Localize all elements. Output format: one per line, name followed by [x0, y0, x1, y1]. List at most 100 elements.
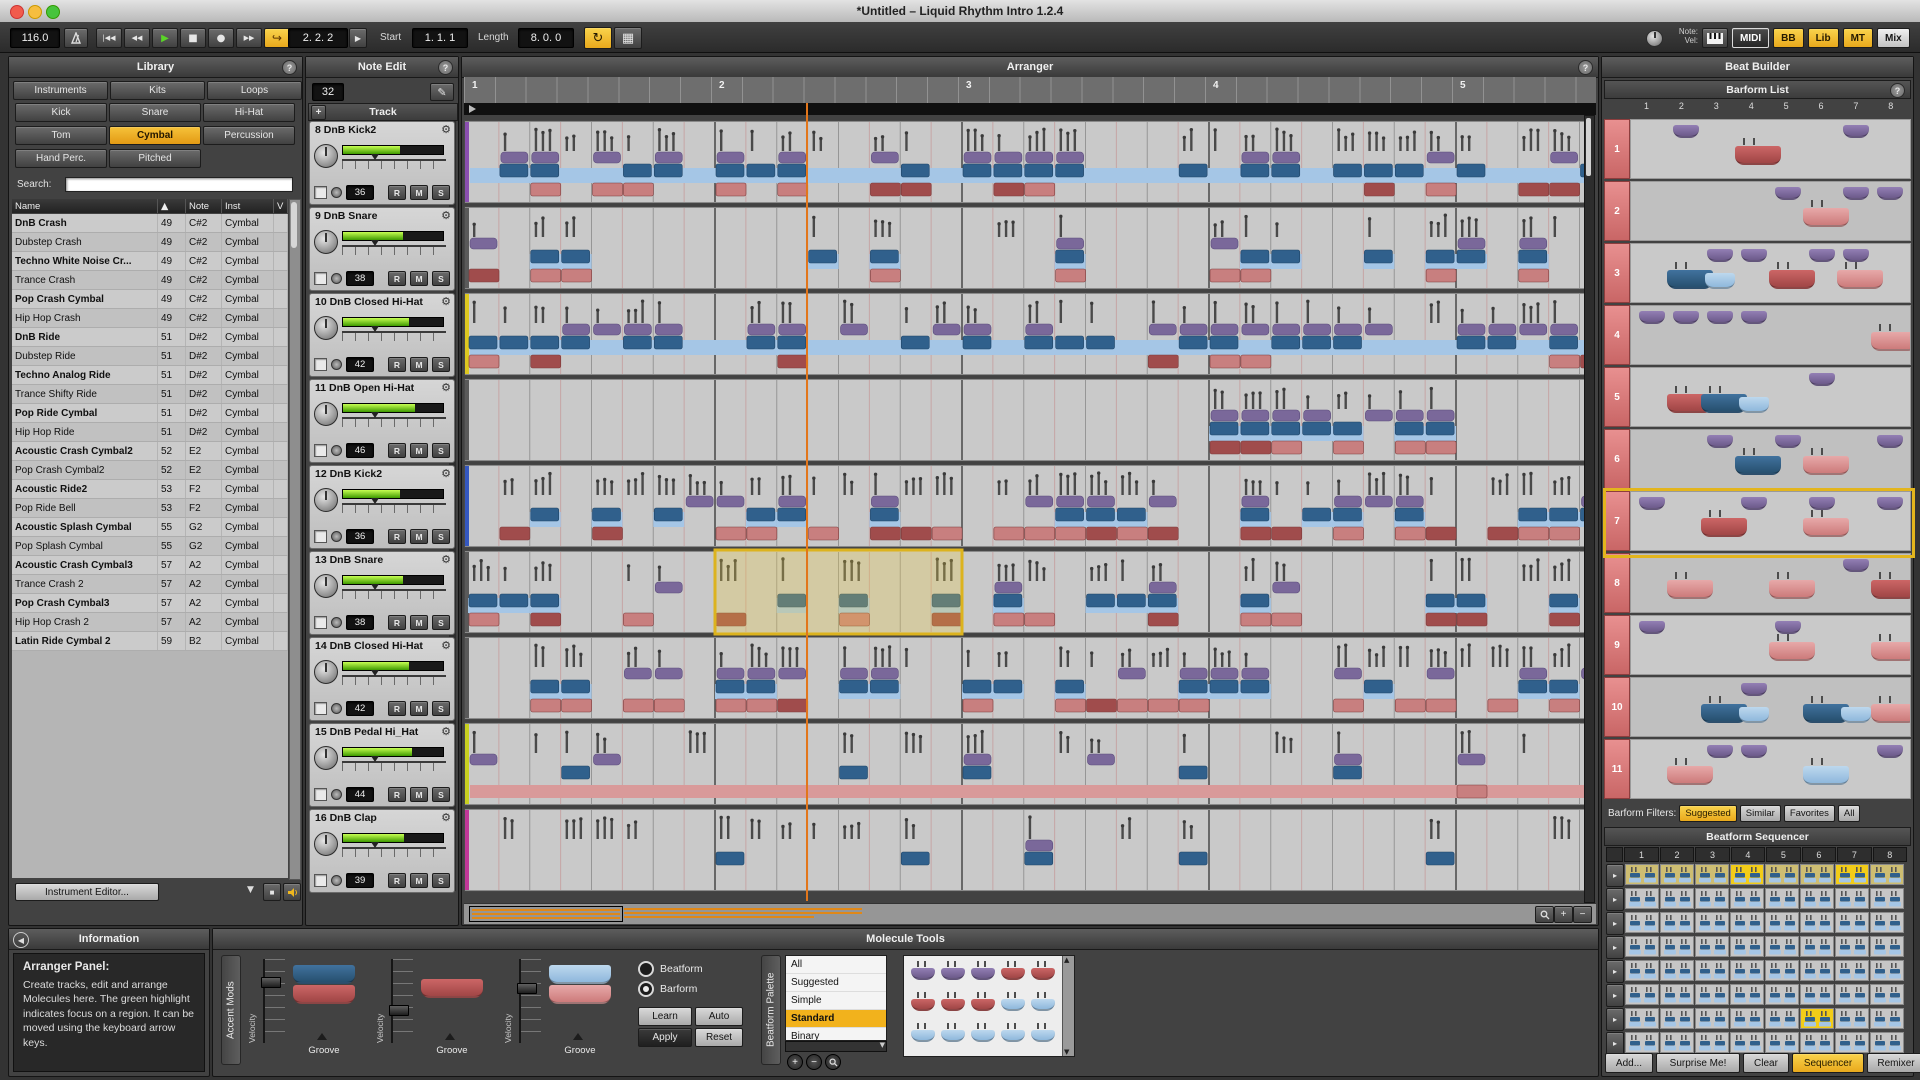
- record-arm-button[interactable]: R: [388, 443, 406, 458]
- arranger-grid[interactable]: [464, 115, 1594, 901]
- library-row[interactable]: Dubstep Crash49C#2Cymbal: [12, 233, 288, 252]
- library-row[interactable]: Pop Ride Bell53F2Cymbal: [12, 499, 288, 518]
- library-row[interactable]: Trance Crash 257A2Cymbal: [12, 575, 288, 594]
- sequencer-cell[interactable]: [1730, 984, 1764, 1005]
- library-row[interactable]: Pop Crash Cymbal49C#2Cymbal: [12, 290, 288, 309]
- surprise-me--button[interactable]: Surprise Me!: [1656, 1053, 1740, 1073]
- barform-radio-row[interactable]: Barform: [638, 981, 697, 997]
- palette-glyph[interactable]: [971, 1030, 995, 1042]
- sequencer-cell[interactable]: [1835, 888, 1869, 909]
- note-value-display[interactable]: 36: [346, 529, 374, 544]
- rewind-button[interactable]: ◀◀: [124, 28, 150, 48]
- track-header[interactable]: 8 DnB Kick2⚙36RMS: [309, 121, 455, 205]
- record-arm-button[interactable]: R: [388, 701, 406, 716]
- sequencer-cell[interactable]: [1660, 1008, 1694, 1029]
- track-header[interactable]: 12 DnB Kick2⚙36RMS: [309, 465, 455, 549]
- stop-button[interactable]: ■: [180, 28, 206, 48]
- category-pitched[interactable]: Pitched: [109, 149, 201, 168]
- scroll-up-icon[interactable]: ▲: [1064, 956, 1069, 964]
- sequencer-cell[interactable]: [1695, 1032, 1729, 1053]
- category-tom[interactable]: Tom: [15, 126, 107, 145]
- sequencer-cell[interactable]: [1625, 864, 1659, 885]
- play-button[interactable]: ▶: [152, 28, 178, 48]
- scroll-down-icon[interactable]: ▼: [1064, 1048, 1069, 1056]
- track-checkbox[interactable]: [314, 272, 327, 285]
- sequencer-row-play-button[interactable]: ▸: [1606, 936, 1624, 959]
- sequencer-cell[interactable]: [1765, 936, 1799, 957]
- library-scrollbar-thumb[interactable]: [291, 202, 297, 248]
- palette-zoom-button[interactable]: [825, 1054, 841, 1070]
- track-header[interactable]: 10 DnB Closed Hi-Hat⚙42RMS: [309, 293, 455, 377]
- velocity-slider-handle[interactable]: [261, 977, 281, 988]
- slider-handle[interactable]: [371, 326, 379, 332]
- slider-handle[interactable]: [371, 498, 379, 504]
- slider-handle[interactable]: [371, 756, 379, 762]
- sequencer-cell[interactable]: [1730, 1008, 1764, 1029]
- sequencer-cell[interactable]: [1800, 936, 1834, 957]
- library-row[interactable]: Trance Crash49C#2Cymbal: [12, 271, 288, 290]
- arranger-help-icon[interactable]: ?: [1578, 60, 1593, 75]
- barform-list-help-icon[interactable]: ?: [1890, 83, 1905, 98]
- search-input[interactable]: [65, 177, 293, 192]
- barform-row[interactable]: [1630, 243, 1911, 303]
- track-header[interactable]: 9 DnB Snare⚙38RMS: [309, 207, 455, 291]
- library-row[interactable]: Pop Ride Cymbal51D#2Cymbal: [12, 404, 288, 423]
- sequencer-cell[interactable]: [1835, 1032, 1869, 1053]
- palette-glyph[interactable]: [1031, 1030, 1055, 1042]
- solo-button[interactable]: S: [432, 357, 450, 372]
- track-knob[interactable]: [314, 144, 338, 168]
- sequencer-cell[interactable]: [1695, 912, 1729, 933]
- sequencer-cell[interactable]: [1800, 1008, 1834, 1029]
- filter-all[interactable]: All: [1838, 805, 1861, 822]
- sequencer-cell[interactable]: [1765, 984, 1799, 1005]
- sequencer-cell[interactable]: [1800, 1032, 1834, 1053]
- sequencer-cell[interactable]: [1695, 1008, 1729, 1029]
- mute-button[interactable]: M: [410, 185, 428, 200]
- zoom-out-button[interactable]: −: [1573, 906, 1592, 923]
- palette-glyph[interactable]: [1001, 968, 1025, 980]
- tab-loops[interactable]: Loops: [207, 81, 302, 100]
- palette-filter-simple[interactable]: Simple: [786, 992, 886, 1010]
- position-step-button[interactable]: ▶: [349, 28, 367, 48]
- sequencer-cell[interactable]: [1695, 936, 1729, 957]
- wrench-icon[interactable]: ⚙: [441, 381, 451, 394]
- note-value-display[interactable]: 42: [346, 701, 374, 716]
- arranger-vscrollbar-thumb[interactable]: [1586, 118, 1591, 176]
- track-checkbox[interactable]: [314, 616, 327, 629]
- forward-button[interactable]: ▶▶: [236, 28, 262, 48]
- note-value-display[interactable]: 46: [346, 443, 374, 458]
- instrument-editor-button[interactable]: Instrument Editor...: [15, 883, 159, 901]
- track-slider[interactable]: [342, 417, 446, 427]
- sequencer-cell[interactable]: [1835, 912, 1869, 933]
- filter-similar[interactable]: Similar: [1740, 805, 1781, 822]
- barform-row[interactable]: [1630, 181, 1911, 241]
- track-checkbox[interactable]: [314, 874, 327, 887]
- solo-button[interactable]: S: [432, 787, 450, 802]
- track-checkbox[interactable]: [314, 444, 327, 457]
- palette-glyph[interactable]: [941, 968, 965, 980]
- mute-button[interactable]: M: [410, 873, 428, 888]
- record-arm-button[interactable]: R: [388, 615, 406, 630]
- reset-button[interactable]: Reset: [695, 1028, 743, 1047]
- record-arm-button[interactable]: R: [388, 529, 406, 544]
- barform-row[interactable]: [1630, 553, 1911, 613]
- column-header-note[interactable]: Note: [186, 199, 222, 213]
- tab-instruments[interactable]: Instruments: [13, 81, 108, 100]
- beatform-radio[interactable]: [638, 961, 654, 977]
- sequencer-row-play-button[interactable]: ▸: [1606, 984, 1624, 1007]
- library-row[interactable]: Dubstep Ride51D#2Cymbal: [12, 347, 288, 366]
- note-value-display[interactable]: 39: [346, 873, 374, 888]
- filter-suggested[interactable]: Suggested: [1679, 805, 1736, 822]
- piano-keys-button[interactable]: [1702, 28, 1728, 48]
- sequencer-cell[interactable]: [1765, 1032, 1799, 1053]
- wrench-icon[interactable]: ⚙: [441, 123, 451, 136]
- note-value-display[interactable]: 36: [346, 185, 374, 200]
- library-row[interactable]: Techno White Noise Cr...49C#2Cymbal: [12, 252, 288, 271]
- library-row[interactable]: Hip Hop Crash49C#2Cymbal: [12, 309, 288, 328]
- track-slider[interactable]: [342, 761, 446, 771]
- stop-preview-button[interactable]: ■: [263, 883, 281, 901]
- palette-grid-scrollbar[interactable]: ▲ ▼: [1062, 956, 1074, 1056]
- apply-button[interactable]: Apply: [638, 1028, 692, 1047]
- track-header[interactable]: 14 DnB Closed Hi-Hat⚙42RMS: [309, 637, 455, 721]
- sequencer-cell[interactable]: [1835, 960, 1869, 981]
